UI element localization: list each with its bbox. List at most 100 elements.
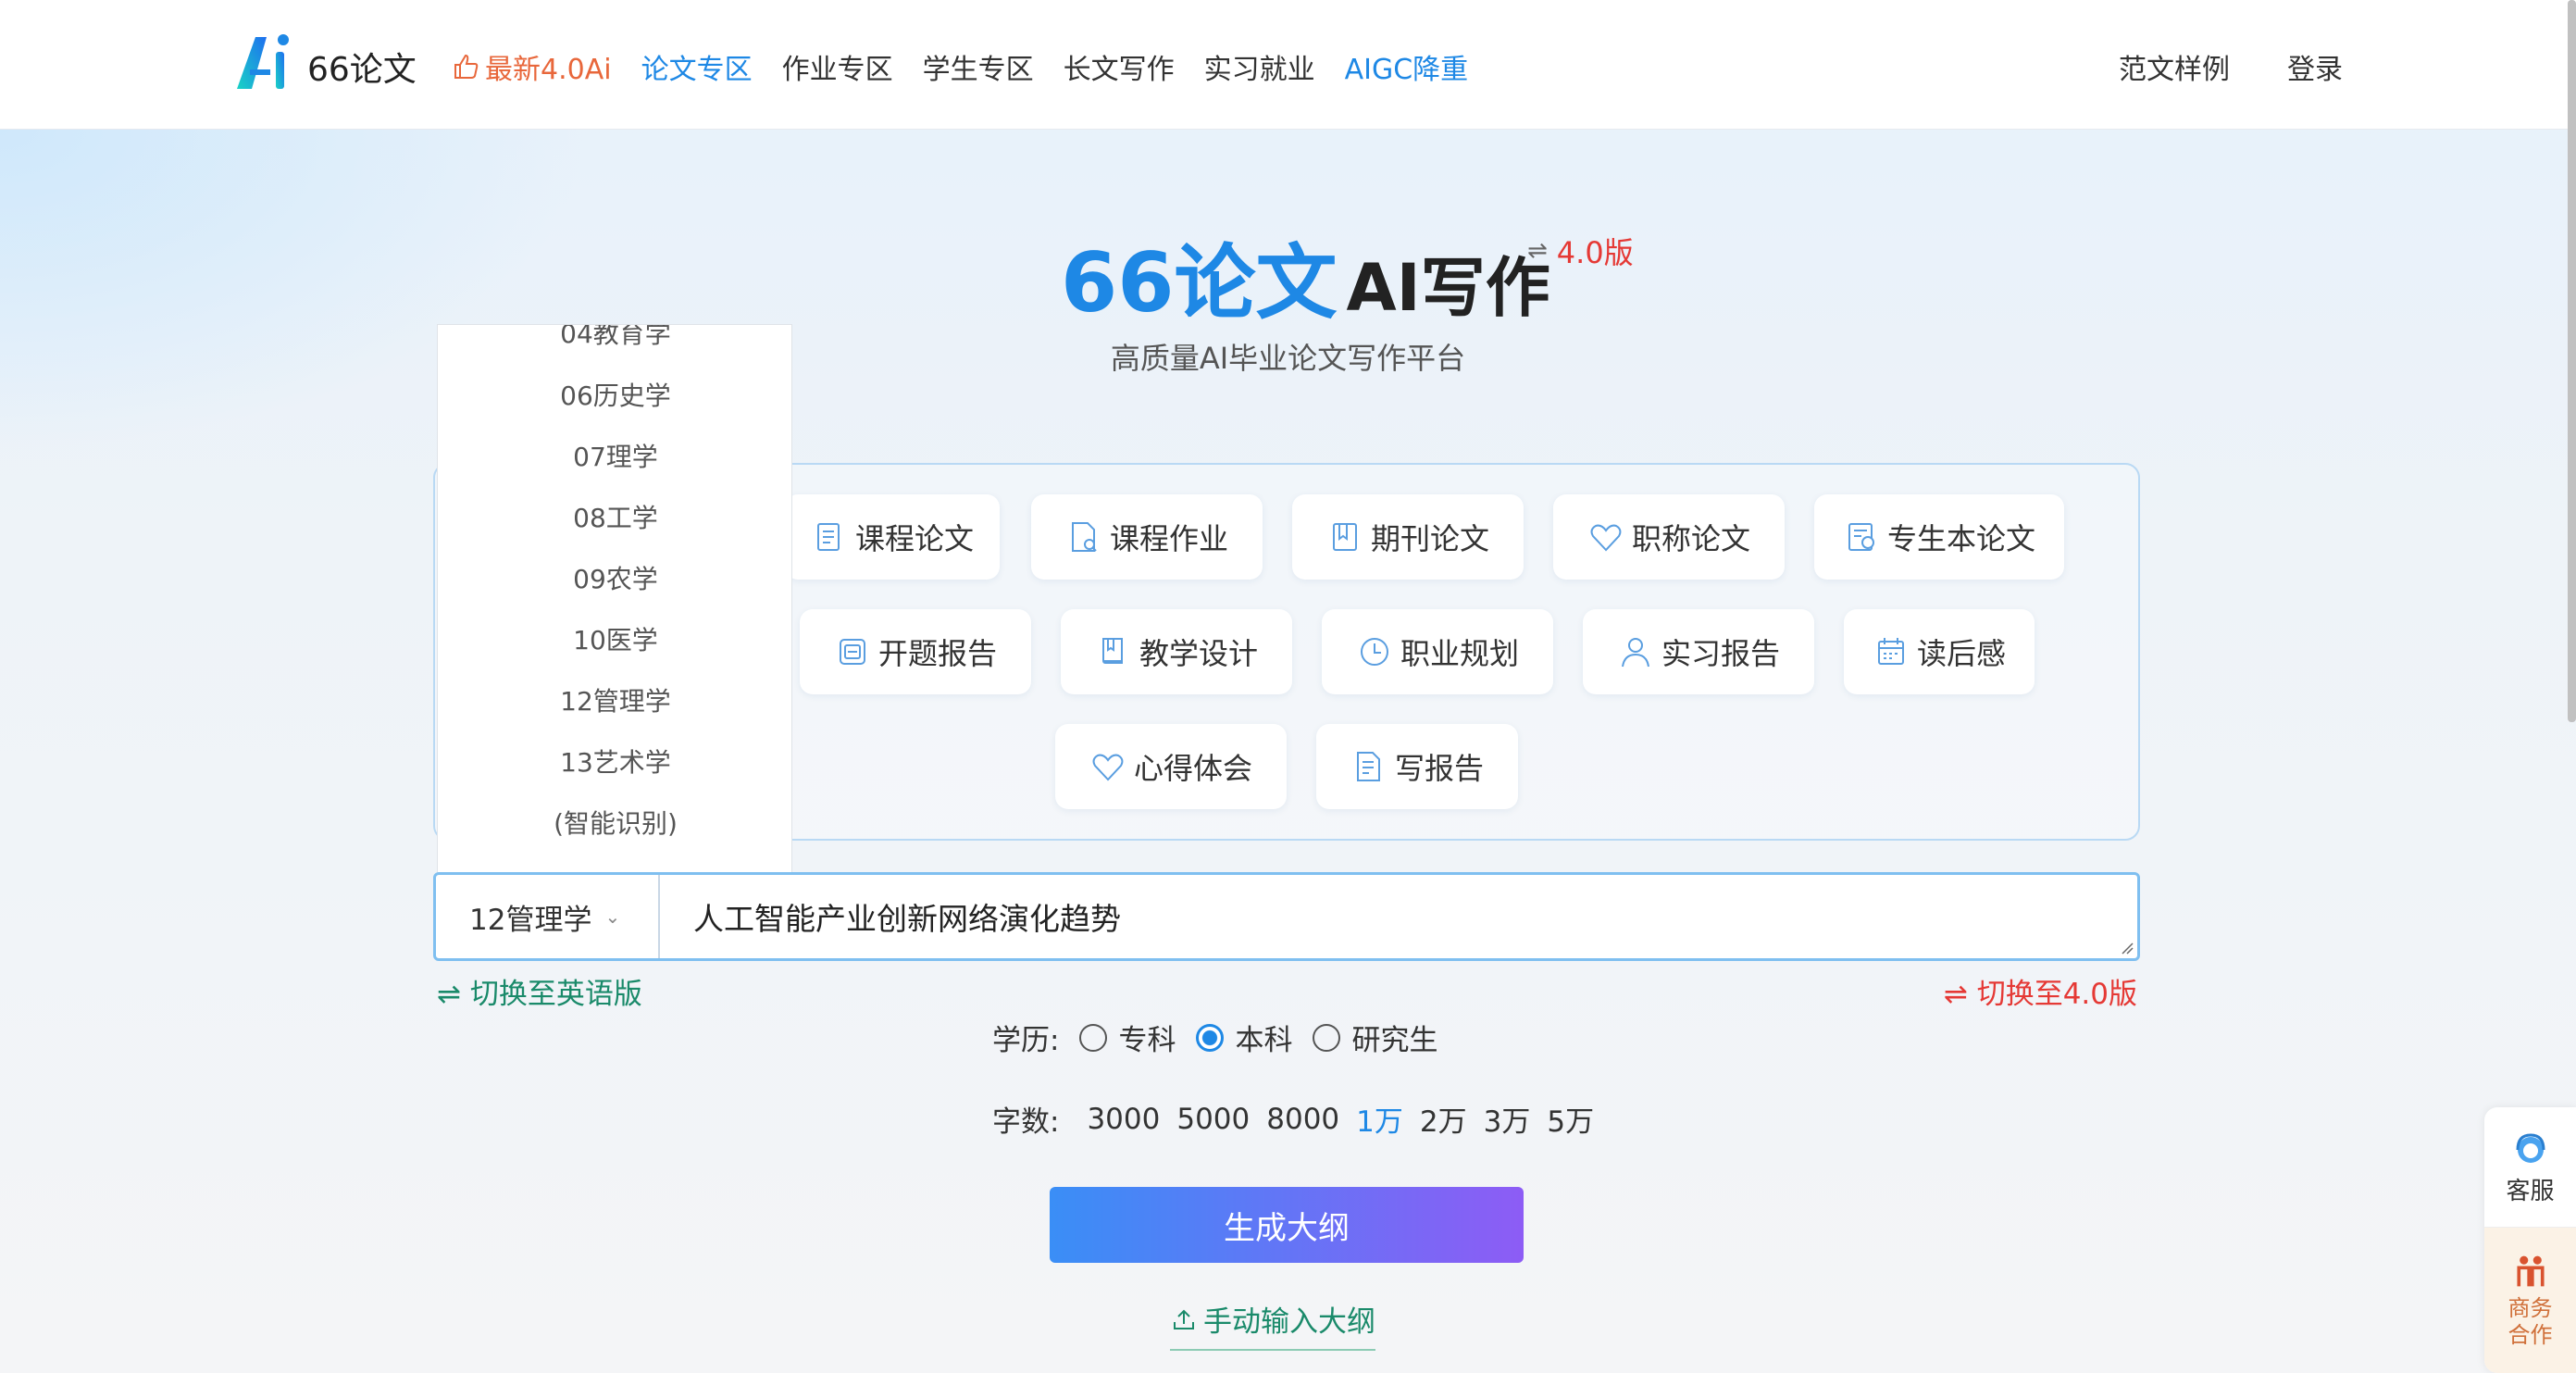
business-cooperation-button[interactable]: 商务 合作 [2484, 1228, 2576, 1373]
nav-item-homework[interactable]: 作业专区 [782, 46, 893, 87]
category-internship-report[interactable]: 实习报告 [1583, 609, 1814, 694]
nav-item-long-writing[interactable]: 长文写作 [1064, 46, 1175, 87]
heart-icon [1590, 524, 1622, 552]
word-count-selector: 字数: 3000 5000 8000 1万 2万 3万 5万 [992, 1098, 1594, 1140]
nav-item-student[interactable]: 学生专区 [923, 46, 1034, 87]
brand-name[interactable]: 66论文 [307, 43, 417, 91]
dropdown-option[interactable]: 08工学 [438, 498, 791, 535]
radio-junior-college[interactable] [1079, 1023, 1108, 1052]
category-label: 实习报告 [1661, 636, 1780, 671]
dropdown-option[interactable]: 13艺术学 [438, 743, 791, 780]
category-label: 写报告 [1394, 751, 1484, 786]
headset-icon [2516, 1133, 2545, 1163]
category-course-paper[interactable]: 课程论文 [785, 494, 1000, 580]
dropdown-option[interactable]: 12管理学 [438, 681, 791, 718]
topic-input[interactable] [660, 898, 2137, 935]
dropdown-option[interactable]: 06历史学 [438, 376, 791, 413]
word-count-option[interactable]: 3000 [1087, 1103, 1160, 1136]
version-switch[interactable]: ⇌ 4.0版 [1527, 230, 1634, 272]
generate-outline-button[interactable]: 生成大纲 [1050, 1187, 1524, 1263]
word-count-option-selected[interactable]: 1万 [1356, 1098, 1403, 1140]
switch-4-0-link[interactable]: ⇌ 切换至4.0版 [1944, 970, 2137, 1012]
category-label: 心得体会 [1133, 751, 1252, 786]
dropdown-option[interactable]: 04教育学 [438, 325, 791, 351]
category-teaching-design[interactable]: 教学设计 [1061, 609, 1292, 694]
category-label: 职业规划 [1400, 636, 1519, 671]
word-count-label: 字数: [992, 1105, 1060, 1139]
radio-bachelor[interactable] [1196, 1023, 1225, 1052]
category-course-homework[interactable]: 课程作业 [1031, 494, 1263, 580]
search-document-icon [1071, 522, 1097, 552]
samples-link[interactable]: 范文样例 [2119, 46, 2230, 87]
version-label: 4.0版 [1556, 235, 1634, 270]
calendar-icon [1877, 638, 1904, 665]
word-count-option[interactable]: 5万 [1547, 1098, 1594, 1140]
category-book-review[interactable]: 读后感 [1844, 609, 2035, 694]
handshake-icon [2516, 1255, 2545, 1287]
radio-label: 本科 [1235, 1024, 1293, 1057]
nav-item-aigc[interactable]: AIGC降重 [1345, 46, 1469, 87]
nav-item-latest-ai[interactable]: 最新4.0Ai [452, 46, 612, 87]
manual-outline-label: 手动输入大纲 [1203, 1305, 1375, 1339]
topic-input-row: 12管理学 ⌄ [433, 872, 2140, 961]
business-label-line1: 商务 [2508, 1294, 2553, 1321]
category-reflections[interactable]: 心得体会 [1055, 724, 1287, 809]
switch-english-link[interactable]: ⇌ 切换至英语版 [437, 970, 642, 1012]
word-count-option[interactable]: 8000 [1266, 1103, 1339, 1136]
dropdown-option[interactable]: 09农学 [438, 559, 791, 596]
nav-item-label: 最新4.0Ai [485, 54, 612, 86]
category-career-plan[interactable]: 职业规划 [1322, 609, 1553, 694]
customer-service-button[interactable]: 客服 [2484, 1107, 2576, 1228]
radio-graduate[interactable] [1313, 1023, 1341, 1052]
write-report-icon [1356, 752, 1380, 781]
radio-label: 研究生 [1351, 1024, 1438, 1057]
category-label: 职称论文 [1631, 521, 1750, 556]
education-label: 学历: [992, 1024, 1060, 1057]
document-icon [816, 523, 840, 551]
certificate-icon [1848, 523, 1874, 551]
radio-label: 专科 [1118, 1024, 1176, 1057]
page-scrollbar[interactable] [2568, 0, 2576, 722]
customer-service-label: 客服 [2506, 1178, 2555, 1205]
floating-contact-panel: 客服 商务 合作 [2484, 1107, 2576, 1373]
major-select[interactable]: 12管理学 ⌄ [436, 875, 660, 958]
login-link[interactable]: 登录 [2287, 46, 2343, 87]
category-title-paper[interactable]: 职称论文 [1553, 494, 1785, 580]
word-count-option[interactable]: 3万 [1484, 1098, 1531, 1140]
word-count-option[interactable]: 2万 [1420, 1098, 1467, 1140]
business-label-line2: 合作 [2508, 1321, 2553, 1348]
logo-icon[interactable] [233, 31, 294, 93]
chevron-down-icon: ⌄ [604, 905, 621, 928]
main-nav: 最新4.0Ai 论文专区 作业专区 学生专区 长文写作 实习就业 AIGC降重 [452, 46, 1498, 87]
word-count-option[interactable]: 5000 [1176, 1103, 1250, 1136]
thumbs-up-icon [454, 54, 479, 79]
book-icon [1101, 638, 1123, 664]
journal-icon [1332, 523, 1357, 551]
dropdown-option[interactable]: 10医学 [438, 620, 791, 657]
report-icon [839, 639, 865, 665]
category-upgrade-paper[interactable]: 专生本论文 [1814, 494, 2064, 580]
major-select-value: 12管理学 [469, 903, 592, 937]
category-label: 期刊论文 [1370, 521, 1489, 556]
nav-item-internship[interactable]: 实习就业 [1204, 46, 1315, 87]
category-label: 课程论文 [854, 521, 974, 556]
dropdown-option[interactable]: (智能识别) [438, 804, 791, 841]
category-proposal-report[interactable]: 开题报告 [800, 609, 1031, 694]
dropdown-option[interactable]: 07理学 [438, 437, 791, 474]
major-dropdown-list: 04教育学 06历史学 07理学 08工学 09农学 10医学 12管理学 13… [437, 324, 792, 872]
upload-icon [1174, 1309, 1194, 1329]
manual-outline-link[interactable]: 手动输入大纲 [1170, 1298, 1375, 1351]
category-label: 读后感 [1916, 636, 2006, 671]
category-label: 开题报告 [877, 636, 997, 671]
switch-icon: ⇌ [1527, 237, 1548, 265]
category-label: 教学设计 [1139, 636, 1258, 671]
category-journal-paper[interactable]: 期刊论文 [1292, 494, 1524, 580]
title-brand: 66论文 [1061, 235, 1338, 331]
resize-handle-icon[interactable] [2119, 940, 2134, 955]
category-write-report[interactable]: 写报告 [1316, 724, 1518, 809]
education-selector: 学历: 专科 本科 研究生 [992, 1017, 1437, 1058]
nav-item-thesis[interactable]: 论文专区 [641, 46, 753, 87]
subtitle: 高质量AI毕业论文写作平台 [1110, 341, 1466, 376]
heart-icon [1092, 754, 1124, 781]
top-navbar: 66论文 最新4.0Ai 论文专区 作业专区 学生专区 长文写作 实习就业 AI… [0, 0, 2576, 130]
